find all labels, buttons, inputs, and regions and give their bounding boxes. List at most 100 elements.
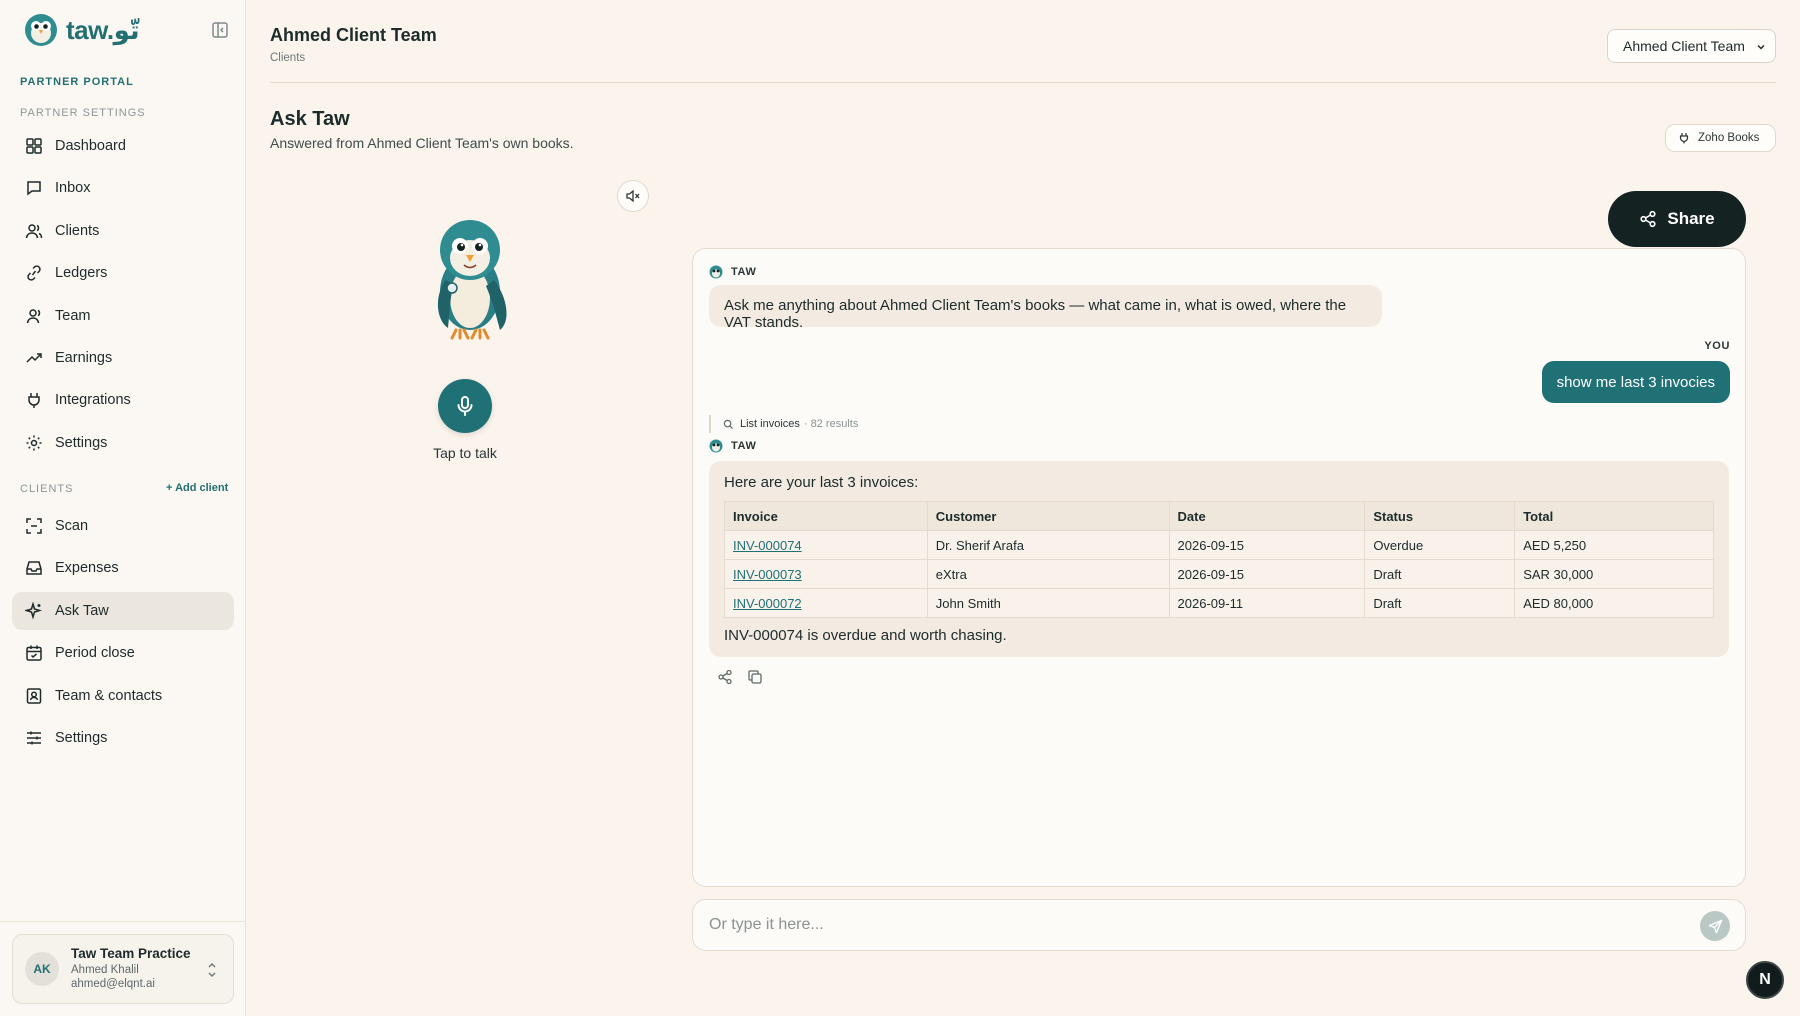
sidebar-item-scan[interactable]: Scan [12,507,234,545]
taw-sender-label: TAW [709,265,756,279]
contact-icon [26,687,42,704]
sender-name: TAW [731,440,757,452]
table-cell: John Smith [926,588,1170,618]
search-icon [723,419,734,429]
share-icon[interactable] [717,669,733,685]
table-row: INV-000074 Dr. Sherif Arafa 2026-09-15 O… [724,530,1714,560]
table-cell: eXtra [926,559,1170,589]
profile-info: Taw Team Practice Ahmed Khalil ahmed@elq… [71,946,191,992]
sidebar-item-client-settings[interactable]: Settings [12,719,234,757]
sidebar-item-label: Period close [55,645,135,662]
chevron-down-icon [1757,44,1765,50]
chat-panel: TAW Ask me anything about Ahmed Client T… [692,248,1746,887]
ask-subtitle: Answered from Ahmed Client Team's own bo… [270,135,574,151]
collapse-sidebar-icon[interactable] [210,20,230,40]
user-message: show me last 3 invocies [1541,361,1730,403]
owl-mascot-icon [437,220,507,340]
ask-title: Ask Taw [270,108,350,130]
taw-answer-message: Here are your last 3 invoices: Invoice C… [709,461,1729,657]
partner-nav: Dashboard Inbox Clients Ledgers Team Ear… [12,127,234,466]
speaker-muted-icon [626,189,640,203]
sidebar-item-integrations[interactable]: Integrations [12,381,234,419]
table-header-row: Invoice Customer Date Status Total [724,501,1714,531]
integration-badge-label: Zoho Books [1698,132,1760,144]
sidebar-item-label: Integrations [55,392,131,409]
client-nav: Scan Expenses Ask Taw Period close Team … [12,507,234,761]
team-select[interactable]: Ahmed Client Team [1607,29,1776,63]
sender-name: TAW [731,266,757,278]
send-button[interactable] [1700,911,1730,941]
tool-result-count: · 82 results [803,418,859,430]
invoice-table: Invoice Customer Date Status Total INV-0… [724,501,1714,618]
microphone-icon [457,396,473,416]
sidebar-item-label: Settings [55,434,108,451]
sidebar-item-label: Scan [55,518,89,534]
chat-input[interactable] [709,900,1669,950]
sidebar-item-dashboard[interactable]: Dashboard [12,127,234,165]
table-cell: INV-000073 [724,559,928,589]
table-cell: 2026-09-15 [1168,559,1366,589]
table-cell: 2026-09-15 [1168,530,1366,560]
link-icon [27,265,41,281]
message-actions [717,669,763,685]
table-row: INV-000072 John Smith 2026-09-11 Draft A… [724,588,1714,618]
taw-intro-message: Ask me anything about Ahmed Client Team'… [709,285,1382,331]
invoice-link[interactable]: INV-000072 [733,596,802,611]
sidebar-item-earnings[interactable]: Earnings [12,339,234,377]
profile-switcher[interactable]: AK Taw Team Practice Ahmed Khalil ahmed@… [12,934,234,1004]
scan-icon [26,518,42,534]
table-cell: AED 5,250 [1514,530,1714,560]
mic-button[interactable] [438,379,492,433]
tool-call-row[interactable]: List invoices · 82 results [709,415,858,433]
user-icon [26,308,41,323]
plug-icon [1679,133,1689,144]
sidebar-item-label: Ask Taw [55,602,109,619]
mute-button[interactable] [617,180,649,212]
partner-portal-label: PARTNER PORTAL [20,76,134,88]
plug-icon [28,393,40,409]
taw-sender-label: TAW [709,439,756,453]
column-header: Customer [926,501,1170,531]
sidebar-item-label: Ledgers [55,265,108,282]
sidebar: taw.تّو PARTNER PORTAL PARTNER SETTINGS … [0,0,246,1016]
sidebar-item-ledgers[interactable]: Ledgers [12,254,234,292]
breadcrumb[interactable]: Clients [270,52,305,64]
sidebar-item-label: Expenses [55,560,119,577]
sidebar-item-inbox[interactable]: Inbox [12,169,234,207]
invoice-link[interactable]: INV-000073 [733,567,802,582]
profile-name: Ahmed Khalil [71,964,139,977]
sidebar-item-expenses[interactable]: Expenses [12,549,234,587]
dashboard-icon [26,138,42,154]
add-client-link[interactable]: + Add client [166,482,228,494]
tray-icon [26,561,42,576]
tap-to-talk-label: Tap to talk [433,445,497,461]
send-icon [1708,919,1722,933]
table-cell: Dr. Sherif Arafa [926,530,1170,560]
share-icon [1640,210,1656,228]
column-header: Total [1514,501,1714,531]
sidebar-item-label: Clients [55,222,100,239]
sidebar-item-ask-taw[interactable]: Ask Taw [12,591,234,630]
inbox-icon [27,181,41,196]
gear-icon [26,435,42,451]
sidebar-item-settings[interactable]: Settings [12,424,234,462]
invoice-link[interactable]: INV-000074 [733,538,802,553]
brand[interactable]: taw.تّو [24,12,230,48]
table-cell: INV-000074 [724,530,928,560]
sidebar-item-label: Earnings [55,349,113,366]
dev-tools-badge[interactable]: N [1746,961,1784,999]
profile-org: Taw Team Practice [71,946,191,962]
share-button[interactable]: Share [1608,191,1746,247]
share-label: Share [1667,209,1715,228]
you-sender-label: YOU [1704,340,1730,352]
owl-avatar-icon [709,439,723,453]
sidebar-item-clients[interactable]: Clients [12,212,234,250]
sidebar-item-team[interactable]: Team [12,297,234,335]
team-select-value: Ahmed Client Team [1623,38,1745,54]
copy-icon[interactable] [747,669,763,685]
avatar: AK [25,952,59,986]
table-cell: 2026-09-11 [1168,588,1366,618]
sidebar-item-team-contacts[interactable]: Team & contacts [12,677,234,715]
sidebar-item-label: Team & contacts [55,687,163,704]
sidebar-item-period-close[interactable]: Period close [12,634,234,672]
